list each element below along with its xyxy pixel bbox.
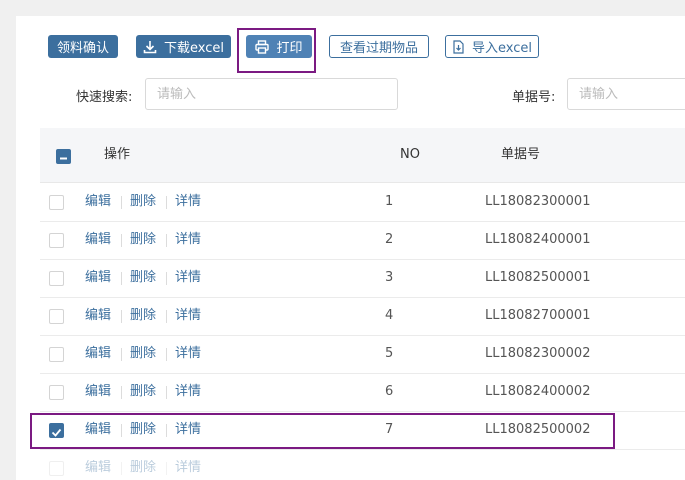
- row-no: 6: [385, 384, 394, 399]
- table-row: 编辑 删除 详情 6 LL18082400002: [40, 373, 685, 412]
- divider: [166, 196, 167, 209]
- quick-search-input[interactable]: [145, 78, 398, 110]
- table-row: 编辑 删除 详情 1 LL18082300001: [40, 183, 685, 222]
- header-no: NO: [400, 147, 420, 162]
- divider: [121, 462, 122, 475]
- edit-link[interactable]: 编辑: [85, 297, 111, 335]
- delete-link[interactable]: 删除: [130, 221, 156, 259]
- divider: [166, 348, 167, 361]
- row-no: 4: [385, 308, 394, 323]
- minus-icon: [60, 157, 67, 160]
- row-doc-number: LL18082400002: [485, 384, 591, 399]
- row-no: 2: [385, 232, 394, 247]
- divider: [166, 310, 167, 323]
- row-doc-number: LL18082500001: [485, 270, 591, 285]
- quick-search-label: 快速搜索:: [76, 90, 133, 105]
- header-operations: 操作: [104, 147, 131, 162]
- import-excel-label: 导入excel: [472, 41, 532, 56]
- row-checkbox[interactable]: [49, 195, 64, 210]
- detail-link[interactable]: 详情: [175, 449, 201, 480]
- detail-link[interactable]: 详情: [175, 297, 201, 335]
- confirm-material-label: 领料确认: [56, 41, 109, 56]
- delete-link[interactable]: 删除: [130, 297, 156, 335]
- delete-link[interactable]: 删除: [130, 259, 156, 297]
- delete-link[interactable]: 删除: [130, 335, 156, 373]
- import-file-icon: [453, 39, 464, 54]
- delete-link[interactable]: 删除: [130, 449, 156, 480]
- row-doc-number: LL18082300002: [485, 346, 591, 361]
- divider: [166, 272, 167, 285]
- row-doc-number: LL18082300001: [485, 194, 591, 209]
- row-checkbox[interactable]: [49, 385, 64, 400]
- divider: [121, 234, 122, 247]
- divider: [166, 386, 167, 399]
- row-checkbox[interactable]: [49, 271, 64, 286]
- divider: [166, 462, 167, 475]
- row-no: 1: [385, 194, 394, 209]
- table-row-partial: 编辑 删除 详情: [40, 449, 685, 480]
- row-checkbox[interactable]: [49, 309, 64, 324]
- print-highlight-box: [237, 28, 316, 73]
- detail-link[interactable]: 详情: [175, 373, 201, 411]
- header-doc-number: 单据号: [501, 147, 541, 162]
- row-checkbox[interactable]: [49, 233, 64, 248]
- edit-link[interactable]: 编辑: [85, 449, 111, 480]
- download-excel-label: 下载excel: [164, 41, 224, 56]
- table-row: 编辑 删除 详情 4 LL18082700001: [40, 297, 685, 336]
- select-all-checkbox[interactable]: [56, 149, 71, 164]
- divider: [121, 196, 122, 209]
- divider: [121, 386, 122, 399]
- edit-link[interactable]: 编辑: [85, 259, 111, 297]
- import-excel-button[interactable]: 导入excel: [445, 35, 539, 58]
- table-header: 操作 NO 单据号: [40, 128, 685, 183]
- download-excel-button[interactable]: 下载excel: [136, 35, 231, 58]
- confirm-material-button[interactable]: 领料确认: [48, 35, 118, 58]
- row-checkbox[interactable]: [49, 347, 64, 362]
- table-row: 编辑 删除 详情 3 LL18082500001: [40, 259, 685, 298]
- edit-link[interactable]: 编辑: [85, 183, 111, 221]
- edit-link[interactable]: 编辑: [85, 335, 111, 373]
- selected-row-highlight-box: [30, 413, 615, 449]
- detail-link[interactable]: 详情: [175, 221, 201, 259]
- row-doc-number: LL18082700001: [485, 308, 591, 323]
- delete-link[interactable]: 删除: [130, 183, 156, 221]
- view-expired-label: 查看过期物品: [339, 41, 418, 56]
- table-row: 编辑 删除 详情 2 LL18082400001: [40, 221, 685, 260]
- detail-link[interactable]: 详情: [175, 183, 201, 221]
- divider: [121, 348, 122, 361]
- delete-link[interactable]: 删除: [130, 373, 156, 411]
- row-no: 5: [385, 346, 394, 361]
- divider: [121, 310, 122, 323]
- edit-link[interactable]: 编辑: [85, 373, 111, 411]
- edit-link[interactable]: 编辑: [85, 221, 111, 259]
- row-no: 3: [385, 270, 394, 285]
- row-doc-number: LL18082400001: [485, 232, 591, 247]
- row-checkbox[interactable]: [49, 461, 64, 476]
- detail-link[interactable]: 详情: [175, 335, 201, 373]
- download-icon: [143, 40, 157, 53]
- divider: [121, 272, 122, 285]
- main-panel: 领料确认 下载excel 打印 查看过期物品 导入excel 快速搜索: 单据号…: [16, 16, 685, 480]
- divider: [166, 234, 167, 247]
- table-row: 编辑 删除 详情 5 LL18082300002: [40, 335, 685, 374]
- doc-number-label: 单据号:: [512, 90, 556, 105]
- view-expired-button[interactable]: 查看过期物品: [329, 35, 429, 58]
- doc-number-input[interactable]: [567, 78, 685, 110]
- detail-link[interactable]: 详情: [175, 259, 201, 297]
